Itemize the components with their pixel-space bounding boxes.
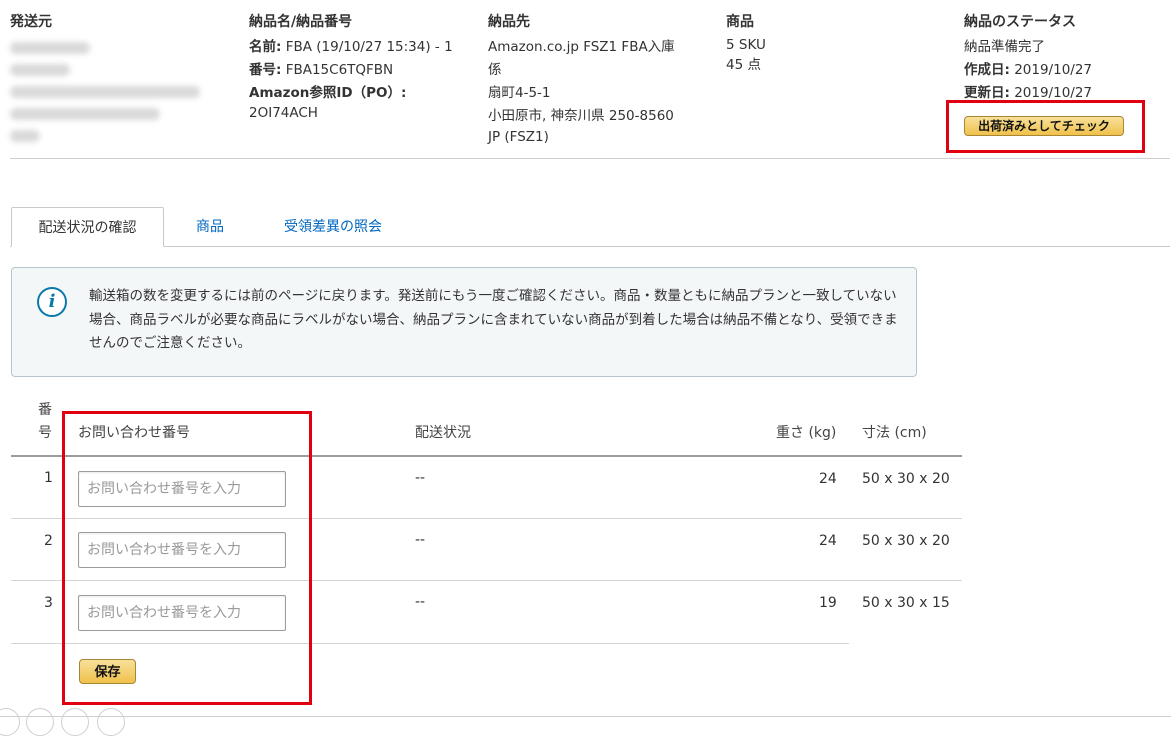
destination-line-1: Amazon.co.jp FSZ1 FBA入庫: [488, 39, 675, 55]
edit-icon[interactable]: [0, 708, 20, 736]
tabs-baseline: [10, 246, 1170, 247]
shipment-name-value: FBA (19/10/27 15:34) - 1: [285, 39, 453, 55]
sender-address-redacted: [10, 34, 210, 152]
status-value: 納品準備完了: [964, 39, 1045, 55]
shipment-number-line: 番号: FBA15C6TQFBN: [249, 59, 393, 82]
updated-label: 更新日:: [964, 85, 1010, 101]
col-status: 配送状況: [415, 425, 471, 441]
row-number: 1: [44, 470, 53, 486]
dimensions: 50 x 30 x 15: [862, 595, 950, 611]
shipment-name-label: 名前:: [249, 39, 282, 55]
weight: 19: [819, 595, 837, 611]
row-number: 3: [44, 595, 53, 611]
info-alert: i 輸送箱の数を変更するには前のページに戻ります。発送前にもう一度ご確認ください…: [11, 267, 917, 377]
status-title: 納品のステータス: [964, 14, 1076, 30]
destination-line-5: JP (FSZ1): [488, 129, 549, 145]
tab-shipping-status[interactable]: 配送状況の確認: [11, 207, 164, 247]
shipment-name-line: 名前: FBA (19/10/27 15:34) - 1: [249, 36, 453, 59]
shipment-title: 納品名/納品番号: [249, 14, 353, 30]
dimensions: 50 x 30 x 20: [862, 533, 950, 549]
shipment-number-value: FBA15C6TQFBN: [285, 62, 394, 78]
shipping-status: --: [415, 470, 426, 486]
destination-line-2: 係: [488, 62, 502, 78]
print-icon[interactable]: [26, 708, 54, 736]
weight: 24: [819, 471, 837, 487]
products-title: 商品: [726, 14, 754, 30]
sender-title: 発送元: [10, 14, 52, 30]
info-icon: i: [37, 287, 67, 317]
col-number-line1: 番: [38, 402, 52, 418]
col-number-line2: 号: [38, 425, 52, 441]
created-value: 2019/10/27: [1014, 62, 1093, 78]
col-weight: 重さ (kg): [776, 425, 837, 441]
row-number: 2: [44, 533, 53, 549]
highlight-box-status: [946, 100, 1145, 153]
search-icon[interactable]: [61, 708, 89, 736]
po-label-text: Amazon参照ID（PO）:: [249, 85, 407, 101]
weight: 24: [819, 533, 837, 549]
destination-line-3: 扇町4-5-1: [488, 85, 551, 101]
products-units: 45 点: [726, 57, 761, 73]
destination-line-4: 小田原市, 神奈川県 250-8560: [488, 108, 674, 124]
shipping-status: --: [415, 594, 426, 610]
tab-products[interactable]: 商品: [196, 207, 224, 247]
updated-value: 2019/10/27: [1014, 85, 1093, 101]
destination-title: 納品先: [488, 14, 530, 30]
created-label: 作成日:: [964, 62, 1010, 78]
shipment-number-label: 番号:: [249, 62, 282, 78]
shipping-status: --: [415, 532, 426, 548]
dimensions: 50 x 30 x 20: [862, 471, 950, 487]
col-dimensions: 寸法 (cm): [862, 425, 927, 441]
po-value: 2OI74ACH: [249, 105, 318, 121]
alert-text: 輸送箱の数を変更するには前のページに戻ります。発送前にもう一度ご確認ください。商…: [89, 288, 898, 351]
tab-reconcile[interactable]: 受領差異の照会: [284, 207, 382, 247]
created-date-line: 作成日: 2019/10/27: [964, 59, 1092, 82]
header-divider: [10, 158, 1170, 159]
more-icon[interactable]: [97, 708, 125, 736]
highlight-box-tracking: [62, 411, 312, 705]
page-bottom-divider: [0, 716, 1171, 717]
